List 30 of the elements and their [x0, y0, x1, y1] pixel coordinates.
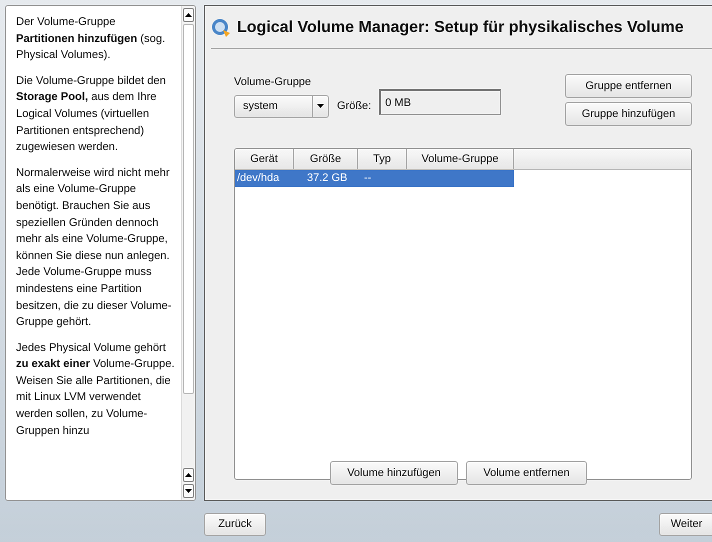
help-paragraph: Der Volume-Gruppe Partitionen hinzufügen (sog. Physical Volumes). — [16, 15, 166, 64]
scroll-up-icon[interactable] — [183, 8, 194, 22]
help-paragraph: Die Volume-Gruppe bildet den Storage Pool, aus dem Ihre Logical Volumes (virtuellen Partitionen entsprechend) zugewiesen werden. — [16, 74, 167, 156]
field-label: Volume-Gruppe — [234, 75, 312, 90]
table-cell-text: /dev/hda — [237, 171, 280, 186]
column-header[interactable]: Größe — [294, 149, 358, 169]
column-header[interactable]: Volume-Gruppe — [407, 149, 514, 169]
help-paragraph: Normalerweise wird nicht mehr als eine Volume-Gruppe benötigt. Brauchen Sie aus speziellen Gründen dennoch mehr als eine Volume-Gruppe, können Sie diese nun anlegen. Jede Volume-Gruppe muss mindestens eine Partition besitzen, die zu dieser Volume-Gruppe gehört. — [16, 166, 172, 330]
scroll-down-icon[interactable] — [183, 484, 194, 498]
scroll-up-icon[interactable] — [183, 468, 194, 482]
table-row[interactable]: /dev/hda 37.2 GB -- — [235, 170, 514, 187]
table-cell-text: -- — [364, 171, 372, 186]
remove-volume-button[interactable]: Volume entfernen — [466, 461, 587, 485]
scroll-thumb[interactable] — [183, 24, 194, 394]
dialog-title: Logical Volume Manager: Setup für physikalisches Volume — [237, 18, 684, 38]
field-label: Größe: — [337, 98, 372, 114]
caret-icon — [317, 104, 324, 108]
volume-group-dropdown[interactable]: system — [234, 94, 329, 118]
scrollbar[interactable] — [181, 6, 195, 500]
back-button[interactable]: Zurück — [204, 513, 266, 536]
disk-icon — [211, 18, 231, 38]
next-button[interactable]: Weiter — [659, 513, 712, 536]
size-field: 0 MB — [379, 89, 502, 115]
column-header[interactable]: Gerät — [235, 149, 294, 169]
help-paragraph: Jedes Physical Volume gehört zu exakt einer Volume-Gruppe. Weisen Sie alle Partitionen, die mit Linux LVM verwendet werden sollen, zu Volume-Gruppen hinzu — [16, 340, 176, 439]
table-cell-text: 37.2 GB — [307, 171, 348, 186]
remove-group-button[interactable]: Gruppe entfernen — [565, 74, 692, 98]
add-volume-button[interactable]: Volume hinzufügen — [330, 461, 458, 485]
add-group-button[interactable]: Gruppe hinzufügen — [565, 102, 692, 126]
column-header[interactable]: Typ — [358, 149, 407, 169]
